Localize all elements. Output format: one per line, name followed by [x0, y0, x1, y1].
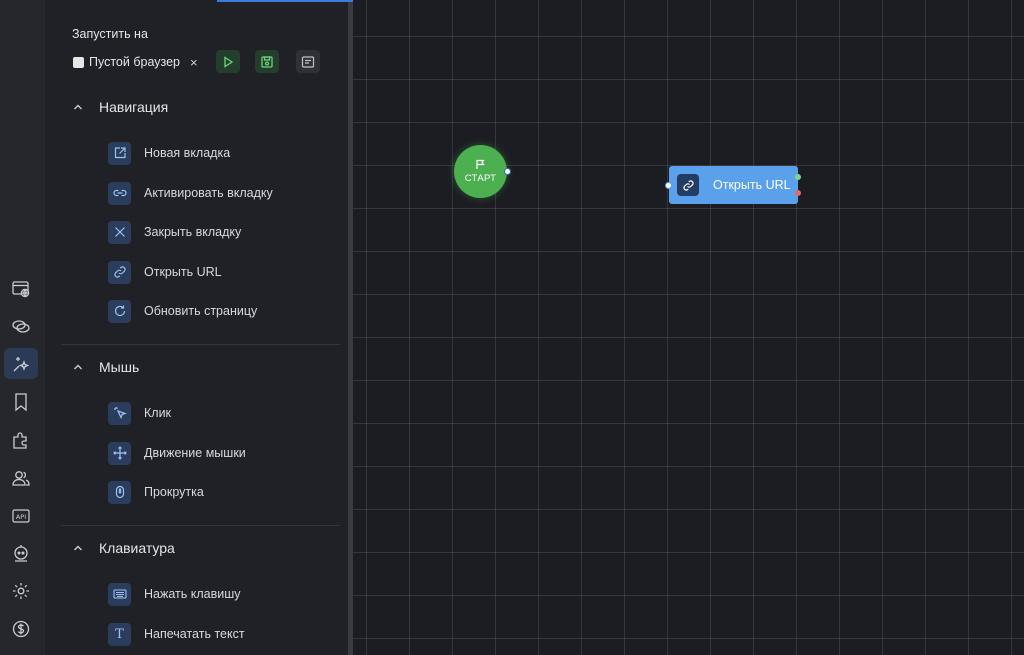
- rail-item-api[interactable]: API: [4, 500, 38, 531]
- close-tab-icon-wrap: [108, 220, 131, 244]
- rail-item-robot[interactable]: [4, 537, 38, 568]
- url-input-port[interactable]: [665, 182, 672, 189]
- rail-item-users[interactable]: [4, 462, 38, 493]
- chevron-up-icon: [74, 545, 82, 551]
- move-arrows-icon-wrap: [108, 441, 131, 465]
- dollar-icon: [12, 620, 30, 637]
- logs-button[interactable]: [296, 50, 320, 73]
- save-button[interactable]: [255, 50, 279, 73]
- block-label: Прокрутка: [144, 485, 204, 499]
- url-error-port[interactable]: [795, 190, 801, 196]
- link-icon: [113, 266, 126, 278]
- block-label: Обновить страницу: [144, 304, 258, 318]
- block-label: Открыть URL: [144, 265, 222, 279]
- section-divider: [61, 344, 340, 345]
- left-rail: API: [0, 0, 45, 655]
- browser-label: Пустой браузер: [89, 55, 181, 69]
- settings-gear-icon: [13, 582, 29, 599]
- start-output-port[interactable]: [504, 168, 511, 175]
- block-close-tab[interactable]: Закрыть вкладку: [108, 220, 241, 244]
- magic-icon: [13, 356, 30, 371]
- block-scroll[interactable]: Прокрутка: [108, 480, 204, 504]
- block-label: Новая вкладка: [144, 146, 231, 160]
- block-click[interactable]: Клик: [108, 401, 171, 425]
- save-icon: [261, 55, 273, 68]
- text-icon: T: [115, 626, 124, 642]
- section-title: Мышь: [99, 359, 140, 375]
- rail-item-billing[interactable]: [4, 613, 38, 644]
- keyboard-icon: [112, 589, 127, 599]
- section-title: Навигация: [99, 99, 169, 115]
- chevron-up-icon: [74, 104, 82, 110]
- block-new-tab[interactable]: Новая вкладка: [108, 141, 230, 165]
- flag-icon: [476, 159, 485, 169]
- block-type-text[interactable]: T Напечатать текст: [108, 622, 245, 646]
- block-refresh-page[interactable]: Обновить страницу: [108, 299, 257, 323]
- chevron-up-icon: [74, 364, 82, 370]
- block-label: Напечатать текст: [144, 627, 245, 641]
- rail-item-magic[interactable]: [4, 348, 38, 379]
- users-icon: [12, 470, 30, 486]
- start-node-label: СТАРТ: [464, 173, 497, 184]
- rail-item-links[interactable]: [4, 310, 38, 341]
- node-link-icon-wrap: [677, 174, 699, 196]
- move-arrows-icon: [112, 446, 127, 460]
- section-navigation-header[interactable]: Навигация: [72, 99, 168, 115]
- refresh-icon: [114, 305, 125, 317]
- flow-canvas[interactable]: [353, 0, 1024, 655]
- block-activate-tab[interactable]: Активировать вкладку: [108, 181, 273, 205]
- block-label: Закрыть вкладку: [144, 225, 242, 239]
- section-keyboard-header[interactable]: Клавиатура: [72, 540, 175, 556]
- browser-selector[interactable]: Пустой браузер ×: [73, 50, 198, 74]
- keyboard-icon-wrap: [108, 582, 131, 606]
- open-url-node-label: Открыть URL: [713, 178, 791, 192]
- url-success-port[interactable]: [795, 174, 801, 180]
- mouse-scroll-icon: [115, 485, 124, 499]
- browser-checkbox[interactable]: [73, 56, 84, 68]
- robot-icon: [14, 544, 28, 562]
- link-icon: [682, 179, 694, 191]
- links-icon: [12, 319, 30, 333]
- block-press-key[interactable]: Нажать клавишу: [108, 582, 240, 606]
- browser-globe-icon: [12, 280, 30, 297]
- section-title: Клавиатура: [99, 540, 175, 556]
- block-mouse-move[interactable]: Движение мышки: [108, 441, 246, 465]
- open-url-node[interactable]: Открыть URL: [669, 166, 798, 204]
- run-button[interactable]: [216, 50, 240, 73]
- section-mouse-header[interactable]: Мышь: [72, 359, 139, 375]
- block-label: Активировать вкладку: [144, 186, 273, 200]
- play-icon: [224, 55, 234, 68]
- puzzle-icon: [13, 431, 27, 449]
- rail-item-bookmark[interactable]: [4, 386, 38, 417]
- link-tab-icon-wrap: [108, 181, 131, 205]
- close-icon[interactable]: ×: [190, 56, 198, 69]
- rail-item-browser[interactable]: [4, 273, 38, 304]
- block-label: Движение мышки: [144, 446, 246, 460]
- block-label: Клик: [144, 406, 172, 420]
- block-open-url[interactable]: Открыть URL: [108, 260, 222, 284]
- new-tab-icon-wrap: [108, 141, 131, 165]
- run-on-label: Запустить на: [72, 27, 148, 41]
- text-icon-wrap: T: [108, 622, 131, 646]
- section-divider: [61, 525, 340, 526]
- api-icon-text: API: [16, 513, 26, 521]
- rail-item-settings[interactable]: [4, 575, 38, 606]
- new-tab-icon: [114, 147, 126, 159]
- close-tab-icon: [114, 227, 125, 237]
- api-icon: API: [12, 508, 30, 523]
- log-icon: [301, 55, 315, 68]
- bookmark-icon: [15, 392, 27, 411]
- cursor-click-icon-wrap: [108, 401, 131, 425]
- rail-item-puzzle[interactable]: [4, 424, 38, 455]
- cursor-click-icon: [113, 407, 127, 420]
- link-icon-wrap: [108, 260, 131, 284]
- refresh-icon-wrap: [108, 299, 131, 323]
- mouse-scroll-icon-wrap: [108, 480, 131, 504]
- block-label: Нажать клавишу: [144, 587, 241, 601]
- start-node[interactable]: СТАРТ: [454, 145, 507, 198]
- link-tab-icon: [112, 189, 127, 197]
